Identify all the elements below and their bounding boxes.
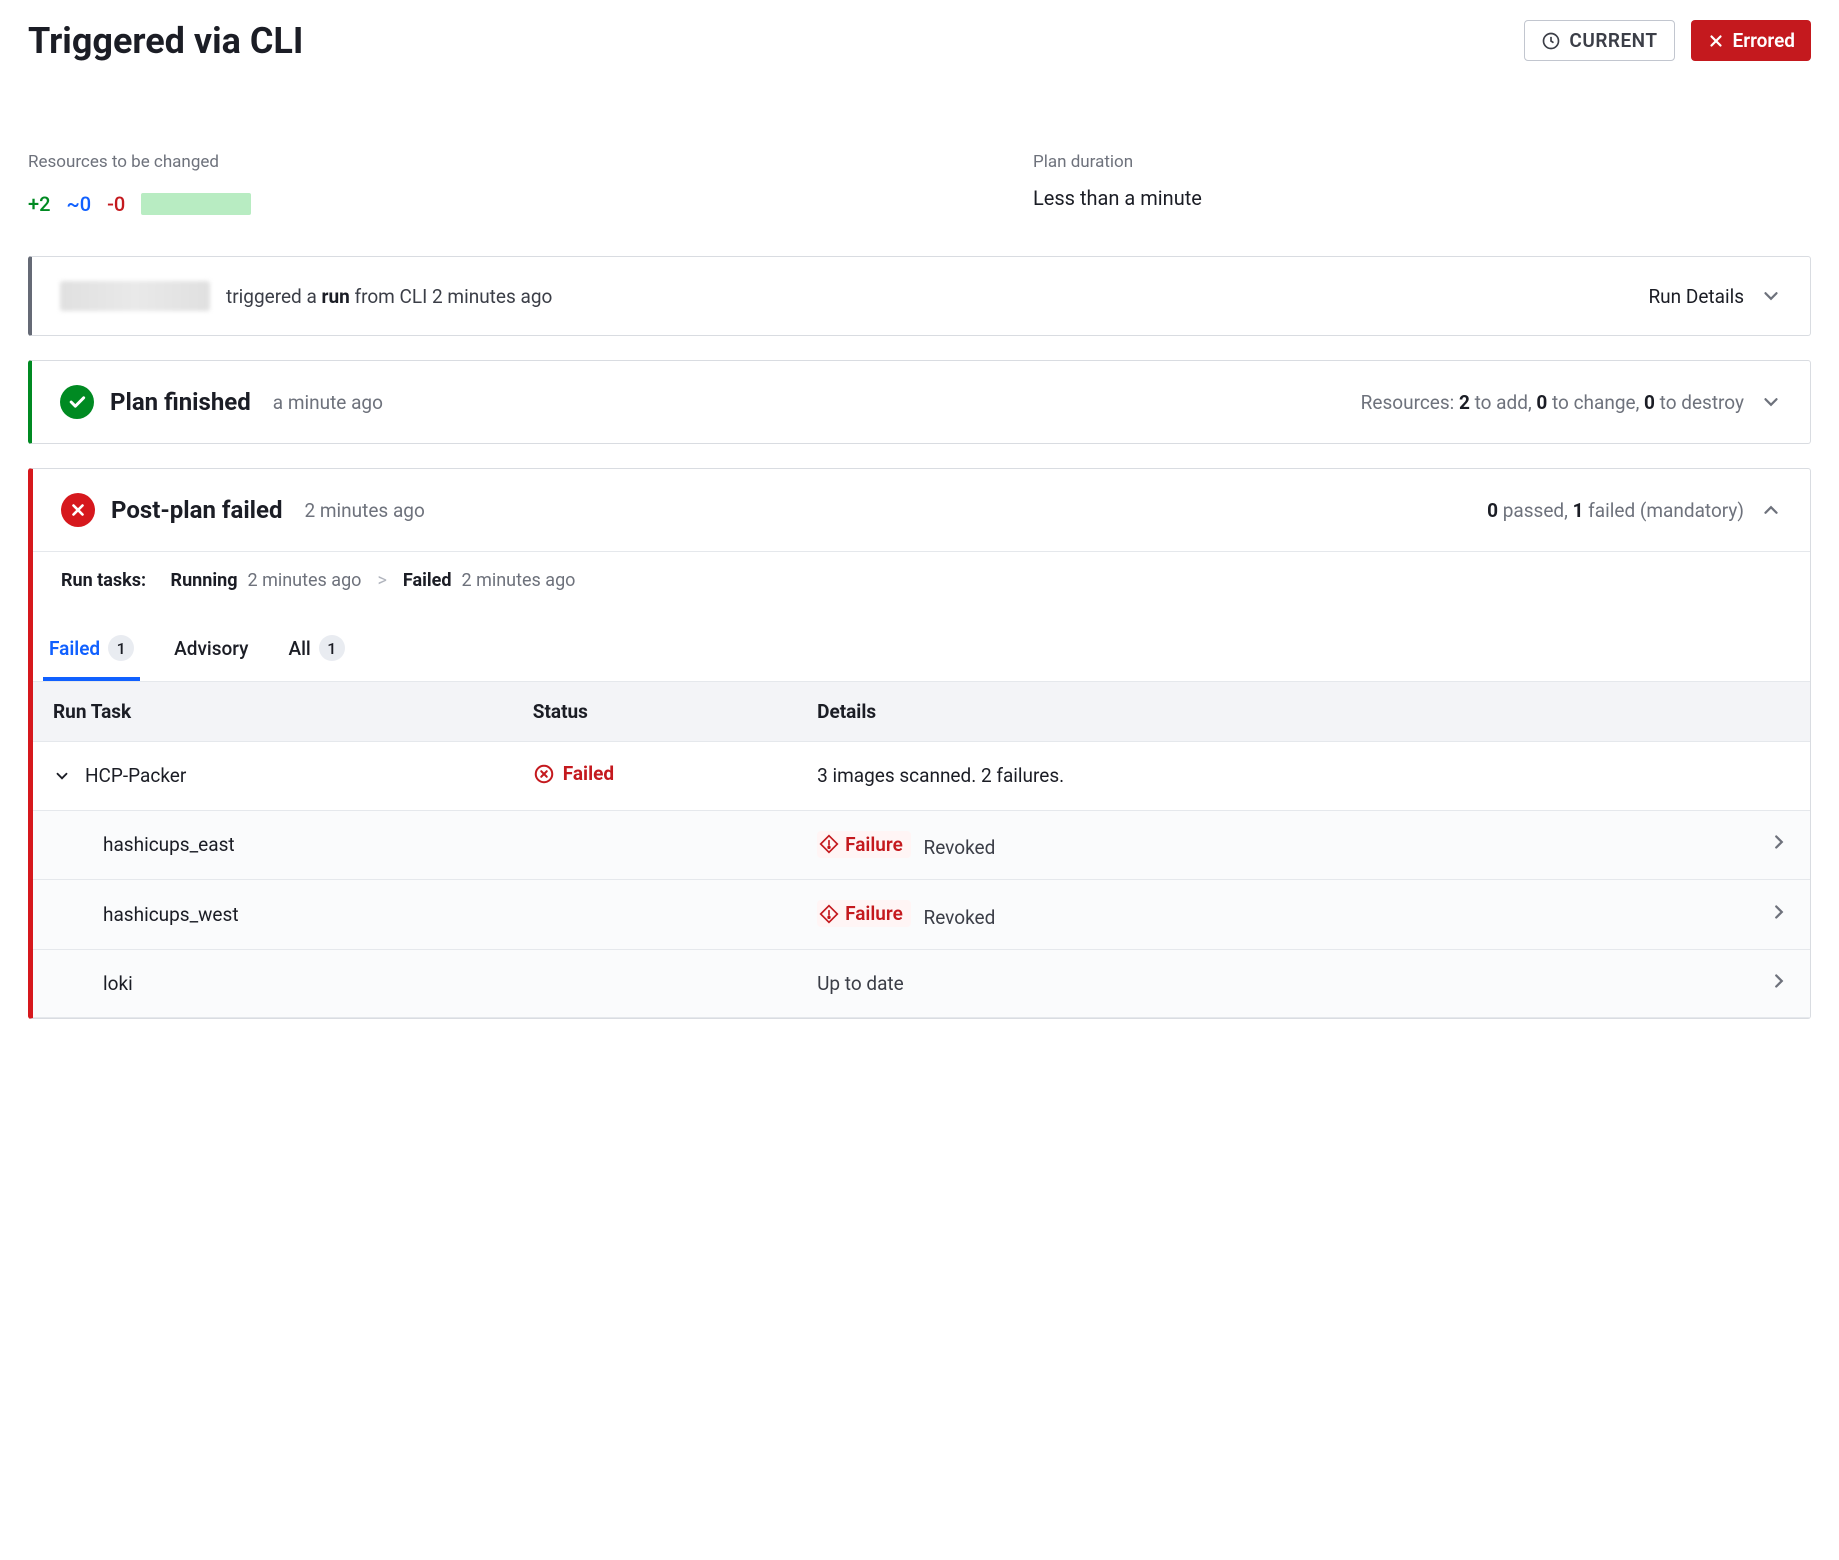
failure-pill: Failure	[817, 831, 911, 858]
status-failed-label: Failed	[563, 762, 614, 785]
tab-failed-label: Failed	[49, 637, 100, 660]
chevron-down-icon[interactable]	[1760, 391, 1782, 413]
errored-badge-label: Errored	[1733, 29, 1795, 52]
failure-pill: Failure	[817, 900, 911, 927]
failure-label: Failure	[845, 833, 903, 856]
detail-text: Up to date	[817, 972, 904, 995]
postplan-time: 2 minutes ago	[305, 499, 425, 522]
plan-chg-n: 0	[1536, 391, 1547, 414]
x-circle-icon	[61, 493, 95, 527]
chevron-right-icon[interactable]	[1768, 970, 1790, 992]
plan-duration-value: Less than a minute	[1033, 186, 1811, 210]
postplan-title: Post-plan failed	[111, 496, 283, 524]
col-header-details: Details	[797, 682, 1810, 742]
col-header-task: Run Task	[33, 682, 513, 742]
task-name: HCP-Packer	[85, 764, 186, 787]
change-bar	[141, 193, 251, 215]
breadcrumb-separator: >	[371, 570, 392, 591]
run-details-link[interactable]: Run Details	[1648, 285, 1744, 308]
tab-all[interactable]: All 1	[282, 627, 350, 681]
trigger-suffix: from CLI 2 minutes ago	[350, 285, 553, 308]
plan-chg-t: to change,	[1547, 391, 1644, 414]
current-badge-label: CURRENT	[1569, 29, 1657, 52]
chevron-up-icon[interactable]	[1760, 499, 1782, 521]
chevron-right-icon[interactable]	[1768, 831, 1790, 853]
plan-add-t: to add,	[1470, 391, 1537, 414]
tab-advisory-label: Advisory	[174, 637, 248, 660]
current-badge: CURRENT	[1524, 20, 1674, 61]
plan-duration-label: Plan duration	[1033, 152, 1811, 172]
stage-running-time: 2 minutes ago	[247, 570, 361, 591]
avatar	[60, 281, 210, 311]
page-title: Triggered via CLI	[28, 20, 303, 62]
plan-panel[interactable]: Plan finished a minute ago Resources: 2 …	[28, 360, 1811, 444]
resources-changed-label: Resources to be changed	[28, 152, 973, 172]
task-name: hashicups_east	[103, 833, 235, 856]
change-count: ~0	[66, 192, 91, 216]
tab-all-count: 1	[319, 635, 345, 661]
trigger-text: triggered a run from CLI 2 minutes ago	[226, 285, 552, 308]
x-icon	[1707, 32, 1725, 50]
tab-failed-count: 1	[108, 635, 134, 661]
clock-icon	[1541, 31, 1561, 51]
detail-text: Revoked	[924, 906, 996, 929]
trigger-bold: run	[322, 285, 350, 308]
stage-failed-label: Failed	[403, 570, 452, 591]
plan-resources-summary: Resources: 2 to add, 0 to change, 0 to d…	[1361, 391, 1744, 414]
table-row[interactable]: hashicups_west Failure Revoked	[33, 880, 1810, 950]
table-row[interactable]: HCP-Packer Failed 3 images scanned. 2 fa…	[33, 742, 1810, 811]
task-name: hashicups_west	[103, 903, 239, 926]
x-circle-outline-icon	[533, 763, 555, 785]
trigger-prefix: triggered a	[226, 285, 322, 308]
tabs: Failed 1 Advisory All 1	[33, 609, 1810, 681]
errored-badge: Errored	[1691, 20, 1811, 61]
chevron-right-icon[interactable]	[1768, 901, 1790, 923]
tab-advisory[interactable]: Advisory	[168, 629, 254, 680]
plan-add-n: 2	[1459, 391, 1470, 414]
alert-diamond-icon	[819, 904, 839, 924]
task-details: 3 images scanned. 2 failures.	[797, 742, 1810, 811]
stage-failed-time: 2 minutes ago	[461, 570, 575, 591]
table-row[interactable]: loki Up to date	[33, 949, 1810, 1017]
pp-passed-n: 0	[1487, 499, 1498, 522]
postplan-header-row[interactable]: Post-plan failed 2 minutes ago 0 passed,…	[33, 469, 1810, 551]
run-tasks-label: Run tasks:	[61, 570, 146, 591]
stage-running-label: Running	[171, 570, 238, 591]
tab-all-label: All	[288, 637, 310, 660]
resources-changed-values: +2 ~0 -0	[28, 192, 973, 216]
add-count: +2	[28, 192, 50, 216]
pp-failed-t: failed (mandatory)	[1583, 499, 1744, 522]
plan-del-n: 0	[1644, 391, 1655, 414]
failure-label: Failure	[845, 902, 903, 925]
status-badges: CURRENT Errored	[1524, 20, 1811, 61]
pp-failed-n: 1	[1573, 499, 1584, 522]
check-circle-icon	[60, 385, 94, 419]
postplan-panel: Post-plan failed 2 minutes ago 0 passed,…	[28, 468, 1811, 1019]
run-tasks-breadcrumb: Run tasks: Running 2 minutes ago > Faile…	[33, 551, 1810, 609]
trigger-panel[interactable]: triggered a run from CLI 2 minutes ago R…	[28, 256, 1811, 336]
status-failed: Failed	[533, 762, 614, 785]
plan-panel-time: a minute ago	[273, 391, 383, 414]
task-name: loki	[103, 972, 133, 995]
destroy-count: -0	[107, 192, 125, 216]
tab-failed[interactable]: Failed 1	[43, 627, 140, 681]
postplan-summary: 0 passed, 1 failed (mandatory)	[1487, 499, 1744, 522]
alert-diamond-icon	[819, 834, 839, 854]
plan-res-prefix: Resources:	[1361, 391, 1459, 414]
detail-text: Revoked	[924, 836, 996, 859]
pp-passed-t: passed,	[1498, 499, 1573, 522]
chevron-down-icon[interactable]	[1760, 285, 1782, 307]
run-task-table: Run Task Status Details HCP-Packer Faile…	[33, 681, 1810, 1018]
table-row[interactable]: hashicups_east Failure Revoked	[33, 810, 1810, 880]
meta-section: Resources to be changed +2 ~0 -0 Plan du…	[28, 152, 1811, 216]
col-header-status: Status	[513, 682, 797, 742]
plan-del-t: to destroy	[1655, 391, 1744, 414]
plan-panel-title: Plan finished	[110, 388, 251, 416]
chevron-down-icon[interactable]	[53, 767, 71, 785]
